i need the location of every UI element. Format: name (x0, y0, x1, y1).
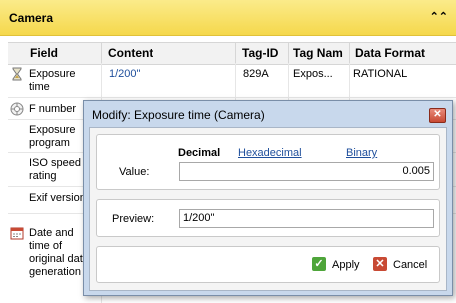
close-icon: ✕ (433, 109, 442, 120)
field-label: Exposure (29, 124, 76, 136)
value-group: Decimal Hexadecimal Binary Value: 0.005 (96, 134, 440, 190)
cancel-button[interactable]: ✕ Cancel (371, 256, 435, 274)
tab-decimal[interactable]: Decimal (178, 147, 220, 159)
field-label: ISO speed (29, 157, 81, 169)
field-label: time of (29, 240, 63, 252)
close-button[interactable]: ✕ (429, 108, 446, 123)
field-label: Date and (29, 227, 74, 239)
grid-header: Field Content Tag-ID Tag Nam Data Format (8, 42, 456, 65)
section-header[interactable]: Camera ⌃⌃ (0, 0, 456, 36)
tab-binary[interactable]: Binary (346, 147, 377, 159)
aperture-icon (10, 102, 24, 116)
preview-label: Preview: (112, 213, 155, 225)
column-header-data-format[interactable]: Data Format (355, 46, 425, 60)
content-value[interactable]: 1/200" (109, 68, 140, 81)
data-format-value: RATIONAL (353, 68, 408, 80)
tab-hexadecimal[interactable]: Hexadecimal (238, 147, 302, 159)
apply-button[interactable]: ✓ Apply (308, 256, 368, 274)
cancel-label: Cancel (393, 259, 428, 271)
column-header-tag-name[interactable]: Tag Nam (293, 46, 348, 60)
field-label: F number (29, 103, 77, 115)
field-label: Exposure (29, 68, 76, 80)
calendar-icon (10, 226, 24, 240)
dialog-title: Modify: Exposure time (Camera) (92, 108, 265, 122)
modify-dialog[interactable]: Modify: Exposure time (Camera) ✕ Decimal… (83, 100, 453, 296)
field-label: program (29, 137, 70, 149)
hourglass-icon (10, 67, 24, 81)
field-label: original date (29, 253, 89, 265)
dialog-titlebar[interactable]: Modify: Exposure time (Camera) ✕ (84, 101, 452, 127)
dialog-body: Decimal Hexadecimal Binary Value: 0.005 … (89, 127, 447, 291)
tag-id-value: 829A (243, 68, 269, 80)
apply-label: Apply (332, 259, 360, 271)
field-label: rating (29, 170, 57, 182)
value-input[interactable]: 0.005 (179, 162, 434, 181)
button-bar: ✓ Apply ✕ Cancel (96, 246, 440, 283)
column-header-field[interactable]: Field (30, 46, 58, 60)
preview-field: 1/200" (179, 209, 434, 228)
value-label: Value: (119, 166, 150, 178)
preview-group: Preview: 1/200" (96, 199, 440, 237)
checkmark-icon: ✓ (312, 257, 326, 271)
cancel-icon: ✕ (373, 257, 387, 271)
tag-name-value: Expos... (293, 68, 333, 80)
field-label: Exif version (29, 192, 86, 204)
field-label: generation (29, 266, 81, 278)
column-header-content[interactable]: Content (108, 46, 153, 60)
section-title: Camera (9, 11, 54, 25)
column-header-tag-id[interactable]: Tag-ID (242, 46, 278, 60)
collapse-icon[interactable]: ⌃⌃ (430, 10, 448, 23)
field-label: time (29, 81, 50, 93)
